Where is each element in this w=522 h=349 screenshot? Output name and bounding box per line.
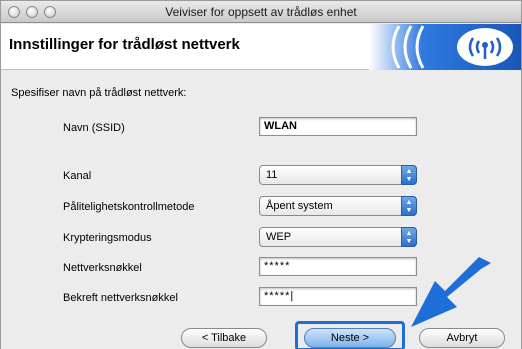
network-key-label: Nettverksnøkkel: [63, 262, 142, 274]
network-key-input[interactable]: *****: [259, 257, 417, 276]
ssid-input[interactable]: WLAN: [259, 117, 417, 136]
channel-select[interactable]: 11 ▲ ▼: [259, 165, 417, 185]
wizard-window: Veiviser for oppsett av trådløs enhet In…: [0, 0, 522, 349]
header-banner: Innstillinger for trådløst nettverk: [1, 24, 521, 70]
encryption-label: Krypteringsmodus: [63, 232, 152, 244]
page-title: Innstillinger for trådløst nettverk: [9, 36, 240, 53]
back-button[interactable]: < Tilbake: [181, 328, 267, 348]
chevron-updown-icon: ▲ ▼: [401, 165, 417, 185]
wireless-signal-icon: [369, 24, 521, 70]
confirm-key-input[interactable]: *****|: [259, 287, 417, 306]
confirm-key-label: Bekreft nettverksnøkkel: [63, 292, 178, 304]
wizard-content: Spesifiser navn på trådløst nettverk: Na…: [1, 71, 521, 349]
auth-method-value: Åpent system: [266, 200, 333, 212]
channel-value: 11: [266, 169, 278, 181]
next-button[interactable]: Neste >: [304, 328, 396, 348]
auth-method-select[interactable]: Åpent system ▲ ▼: [259, 196, 417, 216]
auth-method-label: Pålitelighetskontrollmetode: [63, 201, 195, 213]
title-bar: Veiviser for oppsett av trådløs enhet: [1, 1, 521, 23]
chevron-updown-icon: ▲ ▼: [401, 227, 417, 247]
window-title: Veiviser for oppsett av trådløs enhet: [165, 5, 357, 19]
channel-label: Kanal: [63, 170, 92, 182]
chevron-updown-icon: ▲ ▼: [401, 196, 417, 216]
encryption-select[interactable]: WEP ▲ ▼: [259, 227, 417, 247]
encryption-value: WEP: [266, 231, 292, 243]
ssid-label: Navn (SSID): [63, 122, 125, 134]
pointer-arrow-icon: [411, 257, 491, 327]
ssid-prompt: Spesifiser navn på trådløst nettverk:: [11, 87, 187, 99]
